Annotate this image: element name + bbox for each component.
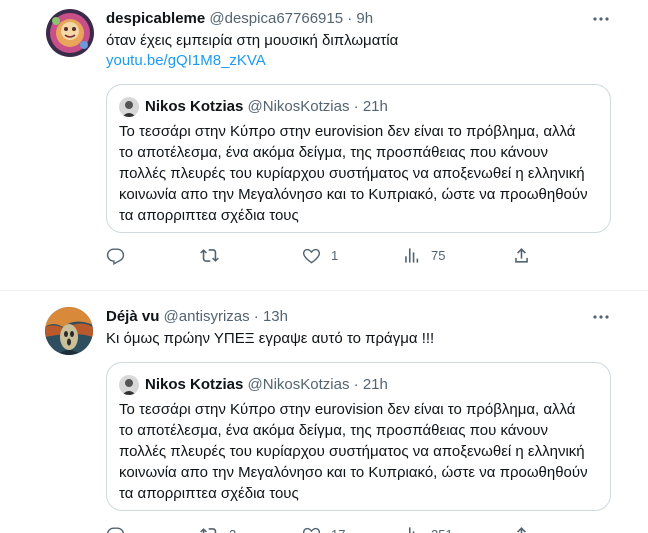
quoted-text-line: κοινωνία απο την Μεγαλόνησο και το Κυπρι…	[119, 186, 588, 203]
retweet-icon	[200, 248, 219, 262]
quoted-timestamp: 21h	[362, 376, 388, 393]
views-icon	[405, 247, 419, 263]
like-count: 1	[331, 247, 339, 263]
views-count: 251	[431, 527, 453, 533]
tweet-header: Déjà vu @antisyrizas · 13h	[106, 307, 288, 327]
heart-icon	[302, 527, 321, 533]
separator-dot: ·	[353, 98, 359, 115]
views-count: 75	[431, 247, 446, 263]
retweet-count: 2	[229, 527, 236, 533]
like-button[interactable]: 1	[302, 245, 338, 265]
quoted-tweet[interactable]: Nikos Kotzias @NikosKotzias · 21h Το τεσ…	[106, 362, 611, 511]
handle[interactable]: @antisyrizas	[164, 308, 250, 325]
timestamp[interactable]: 13h	[263, 308, 288, 325]
quoted-header: Nikos Kotzias @NikosKotzias · 21h	[145, 375, 388, 395]
tweet-text: όταν έχεις εμπειρία στη μουσική διπλωματ…	[106, 32, 399, 49]
action-bar: 2 17 251	[104, 524, 544, 533]
quoted-header: Nikos Kotzias @NikosKotzias · 21h	[145, 97, 388, 117]
avatar[interactable]	[46, 9, 94, 57]
quoted-text-line: κοινωνία απο την Μεγαλόνησο και το Κυπρι…	[119, 464, 588, 481]
retweet-button[interactable]	[200, 245, 229, 265]
retweet-button[interactable]: 2	[200, 524, 236, 533]
quoted-avatar	[119, 375, 139, 395]
heart-icon	[302, 248, 321, 263]
quoted-handle: @NikosKotzias	[247, 98, 350, 115]
avatar[interactable]	[45, 307, 93, 355]
quoted-text-line: το αποτέλεσμα, ένα ακόμα δείγμα, της προ…	[119, 144, 548, 161]
tweet-link[interactable]: youtu.be/gQI1M8_zKVA	[106, 51, 266, 71]
handle[interactable]: @despica67766915	[209, 10, 343, 27]
quoted-text-line: πολλές πλευρές του κυρίαρχου συστήματος …	[119, 165, 585, 182]
action-bar: 1 75	[104, 245, 544, 265]
like-count: 17	[331, 527, 345, 533]
quoted-text: Το τεσσάρι στην Κύπρο στην eurovision δε…	[119, 399, 603, 504]
like-button[interactable]: 17	[302, 524, 345, 533]
tweet[interactable]: Déjà vu @antisyrizas · 13h Κι όμως πρώην…	[0, 290, 648, 533]
quoted-tweet[interactable]: Nikos Kotzias @NikosKotzias · 21h Το τεσ…	[106, 84, 611, 233]
display-name[interactable]: despicableme	[106, 10, 205, 27]
retweet-icon	[200, 527, 217, 533]
quoted-display-name: Nikos Kotzias	[145, 376, 244, 393]
quoted-text-line: Το τεσσάρι στην Κύπρο στην eurovision δε…	[119, 401, 576, 418]
quoted-text-line: τα απορριπτεα σχέδια τους	[119, 485, 299, 502]
views-icon	[408, 526, 415, 533]
quoted-text-line: Το τεσσάρι στην Κύπρο στην eurovision δε…	[119, 123, 576, 140]
share-button[interactable]	[512, 524, 531, 533]
display-name[interactable]: Déjà vu	[106, 308, 159, 325]
reply-icon	[106, 526, 125, 533]
tweet-text: Κι όμως πρώην ΥΠΕΞ εγραψε αυτό το πράγμα…	[106, 330, 435, 347]
views-button[interactable]: 251	[402, 524, 453, 533]
quoted-handle: @NikosKotzias	[247, 376, 350, 393]
share-icon	[516, 526, 527, 533]
quoted-text-line: τα απορριπτεα σχέδια τους	[119, 207, 299, 224]
views-button[interactable]: 75	[402, 245, 445, 265]
quoted-text-line: πολλές πλευρές του κυρίαρχου συστήματος …	[119, 443, 585, 460]
quoted-text-line: το αποτέλεσμα, ένα ακόμα δείγμα, της προ…	[119, 422, 548, 439]
tweet-header: despicableme @despica67766915 · 9h	[106, 9, 373, 29]
reply-button[interactable]	[106, 524, 135, 533]
quoted-timestamp: 21h	[362, 98, 388, 115]
quoted-text: Το τεσσάρι στην Κύπρο στην eurovision δε…	[119, 121, 603, 226]
quoted-display-name: Nikos Kotzias	[145, 98, 244, 115]
reply-icon	[106, 247, 125, 265]
reply-button[interactable]	[106, 245, 135, 265]
separator-dot: ·	[353, 376, 359, 393]
tweet[interactable]: despicableme @despica67766915 · 9h όταν …	[0, 0, 648, 290]
more-icon[interactable]	[591, 307, 611, 327]
separator-dot: ·	[347, 10, 353, 27]
share-icon	[515, 247, 528, 263]
more-icon[interactable]	[591, 9, 611, 29]
share-button[interactable]	[512, 245, 531, 265]
quoted-avatar	[119, 97, 139, 117]
separator-dot: ·	[253, 308, 259, 325]
timestamp[interactable]: 9h	[356, 10, 373, 27]
